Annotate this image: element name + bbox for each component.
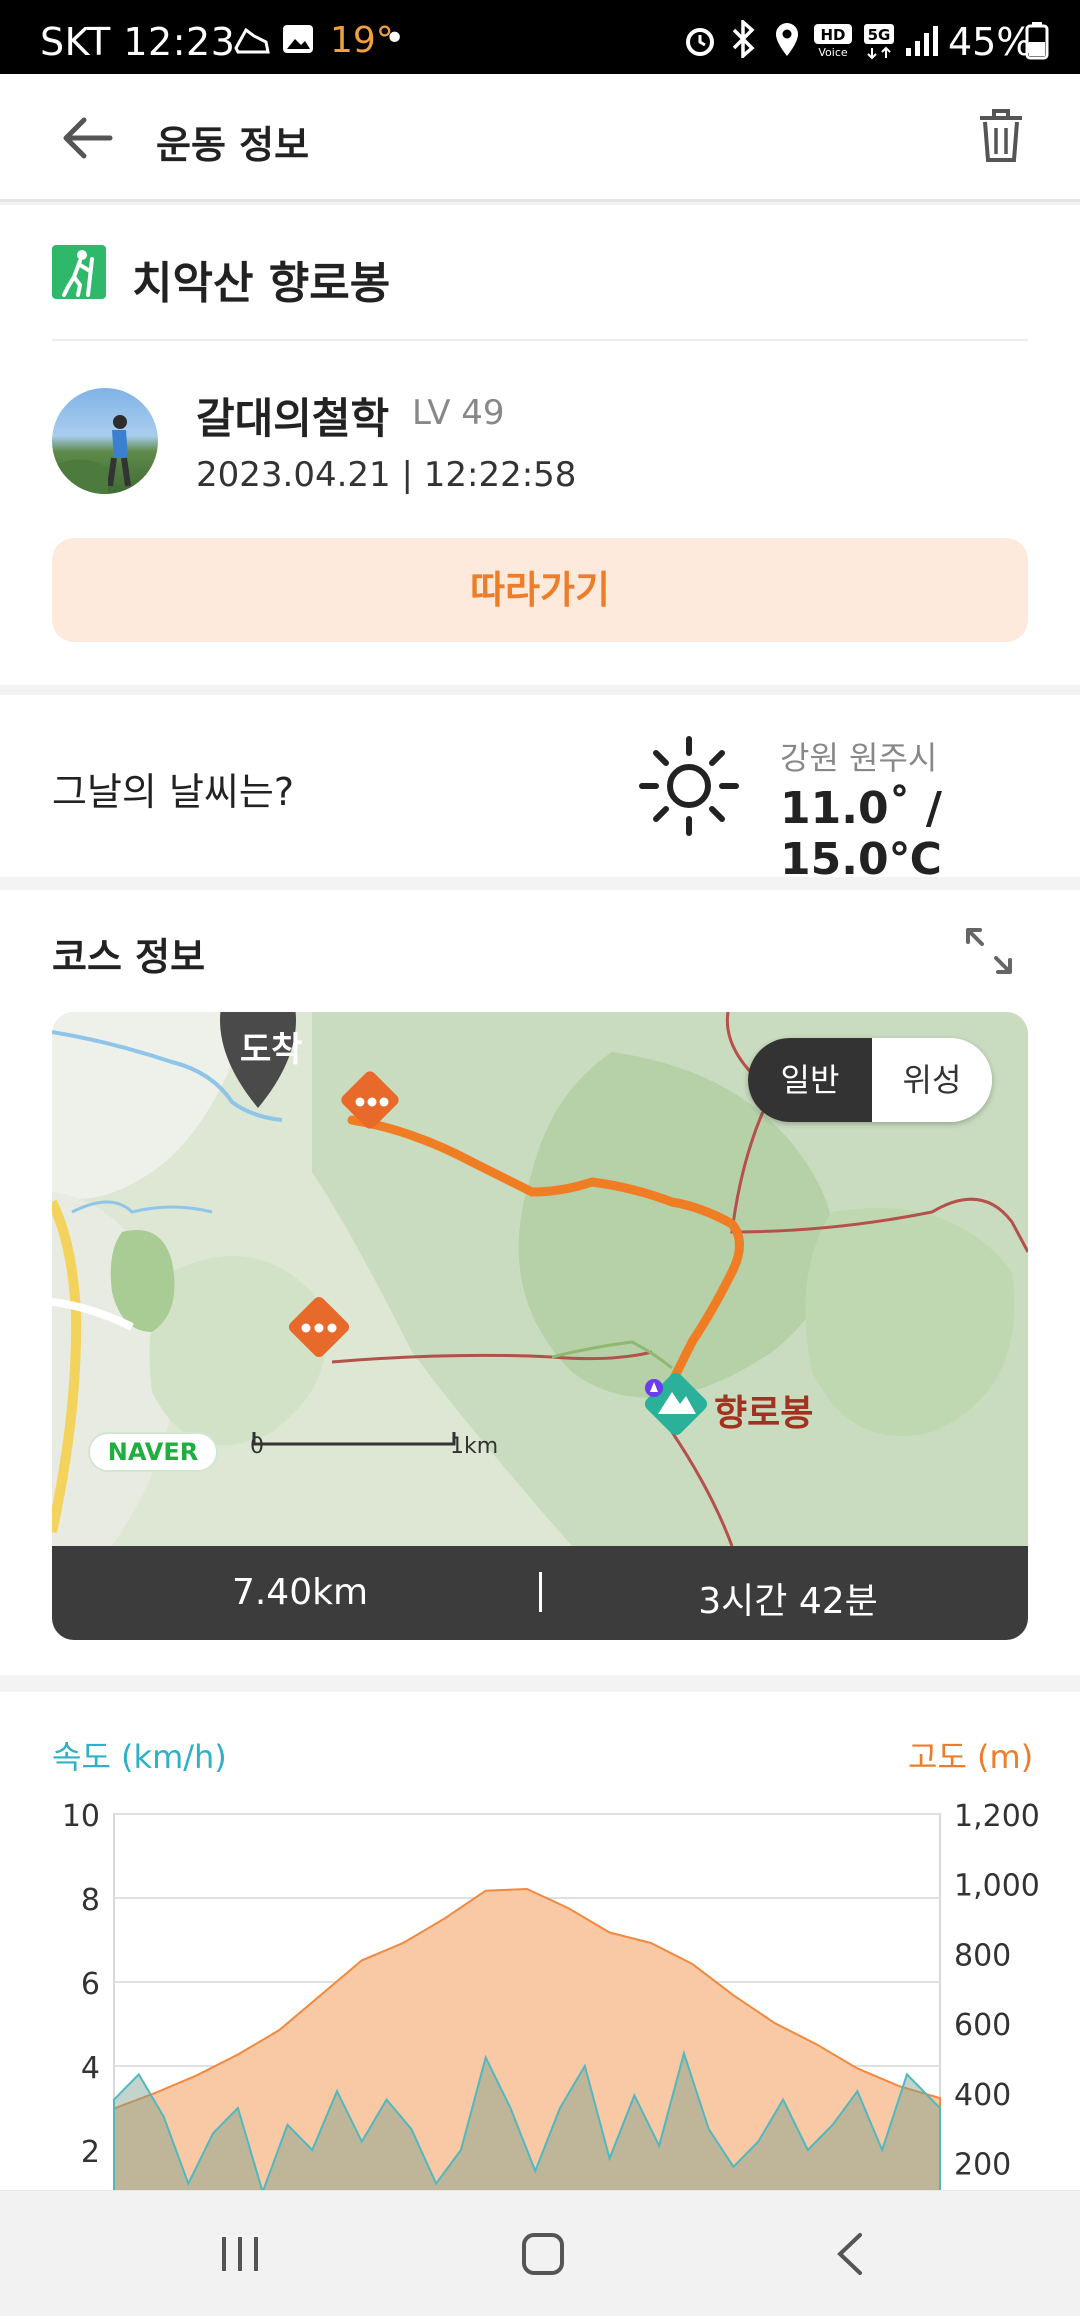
altitude-tick-label: 400 bbox=[954, 2078, 1011, 2113]
follow-button[interactable]: 따라가기 bbox=[52, 538, 1028, 642]
map-type-satellite[interactable]: 위성 bbox=[872, 1038, 992, 1122]
chart-card: 속도 (km/h) 고도 (m) 10 8 6 4 2 1,200 1,000 800 600 4… bbox=[0, 1692, 1080, 2192]
gallery-icon bbox=[283, 25, 313, 53]
user-name[interactable]: 갈대의철학 bbox=[196, 385, 389, 446]
status-time: SKT 12:23 bbox=[40, 20, 236, 64]
activity-name: 치악산 향로봉 bbox=[132, 258, 391, 309]
activity-datetime: 2023.04.21 | 12:22:58 bbox=[196, 455, 577, 495]
expand-icon[interactable] bbox=[964, 926, 1014, 976]
trash-icon[interactable] bbox=[976, 108, 1026, 164]
svg-text:Voice: Voice bbox=[818, 46, 848, 58]
altitude-tick-label: 800 bbox=[954, 1938, 1011, 1973]
avatar[interactable] bbox=[52, 388, 158, 494]
app-bar: 운동 정보 bbox=[0, 74, 1080, 202]
sun-icon bbox=[639, 736, 739, 836]
course-duration: 3시간 42분 bbox=[698, 1581, 878, 1622]
map-type-normal[interactable]: 일반 bbox=[748, 1038, 872, 1122]
status-battery-percent: 45% bbox=[948, 20, 1033, 64]
course-distance: 7.40km bbox=[231, 1572, 369, 1613]
weather-card: 그날의 날씨는? 강원 원주시 11.0˚ / 15.0℃ bbox=[0, 695, 1080, 885]
hiking-icon bbox=[52, 245, 106, 299]
stats-divider bbox=[539, 1572, 542, 1612]
page-title: 운동 정보 bbox=[156, 123, 310, 167]
battery-icon bbox=[1025, 22, 1049, 60]
peak-label: 향로봉 bbox=[714, 1393, 814, 1434]
altitude-tick-label: 1,000 bbox=[954, 1869, 1040, 1904]
5g-icon: 5G bbox=[864, 24, 894, 60]
course-map[interactable]: 도착 향로봉 NAVER 0 1km 일반 위성 7.40km 3시간 42분 bbox=[52, 1012, 1028, 1640]
altitude-tick-label: 600 bbox=[954, 2008, 1011, 2043]
shoe-icon bbox=[234, 27, 270, 54]
status-dot: • bbox=[384, 18, 406, 59]
speed-tick-label: 6 bbox=[81, 1967, 100, 2002]
altitude-tick-label: 200 bbox=[954, 2148, 1011, 2183]
activity-card: 치악산 향로봉 갈대의철학 LV 49 2023.04.21 | 12:22:5… bbox=[0, 205, 1080, 685]
altitude-tick-label: 1,200 bbox=[954, 1799, 1040, 1834]
divider bbox=[52, 339, 1028, 341]
recents-icon[interactable] bbox=[216, 2231, 266, 2277]
course-card: 코스 정보 도착 향로봉 NAVER 0 1km 일반 위성 7.40km 3시… bbox=[0, 890, 1080, 1675]
back-nav-icon[interactable] bbox=[830, 2229, 870, 2279]
user-level: LV 49 bbox=[412, 393, 505, 433]
weather-temps: 11.0˚ / 15.0℃ bbox=[780, 783, 942, 885]
speed-tick-label: 4 bbox=[81, 2051, 100, 2086]
svg-text:HD: HD bbox=[820, 26, 845, 44]
course-stats: 7.40km 3시간 42분 bbox=[52, 1546, 1028, 1640]
alarm-icon bbox=[686, 28, 714, 56]
speed-tick-label: 10 bbox=[62, 1799, 100, 1834]
course-title: 코스 정보 bbox=[52, 935, 206, 979]
scale-end: 1km bbox=[450, 1434, 499, 1459]
speed-tick-label: 8 bbox=[81, 1883, 100, 1918]
weather-question: 그날의 날씨는? bbox=[52, 770, 295, 814]
naver-logo: NAVER bbox=[88, 1432, 218, 1472]
system-nav-bar bbox=[0, 2190, 1080, 2316]
status-bar: SKT 12:23 19° • HD Voice 5G 45% bbox=[0, 0, 1080, 74]
signal-icon bbox=[906, 26, 938, 56]
bluetooth-icon bbox=[732, 20, 755, 58]
svg-text:5G: 5G bbox=[868, 26, 891, 44]
hd-voice-icon: HD Voice bbox=[814, 24, 852, 58]
speed-tick-label: 2 bbox=[81, 2135, 100, 2170]
weather-location: 강원 원주시 bbox=[780, 739, 938, 777]
arrival-label: 도착 bbox=[240, 1030, 303, 1070]
speed-altitude-chart: 10 8 6 4 2 1,200 1,000 800 600 400 200 bbox=[62, 1799, 1040, 2192]
location-icon bbox=[776, 23, 798, 56]
scale-start: 0 bbox=[250, 1434, 264, 1459]
home-icon[interactable] bbox=[520, 2231, 566, 2277]
map-type-toggle[interactable]: 일반 위성 bbox=[748, 1038, 992, 1122]
back-arrow-icon[interactable] bbox=[60, 116, 114, 160]
